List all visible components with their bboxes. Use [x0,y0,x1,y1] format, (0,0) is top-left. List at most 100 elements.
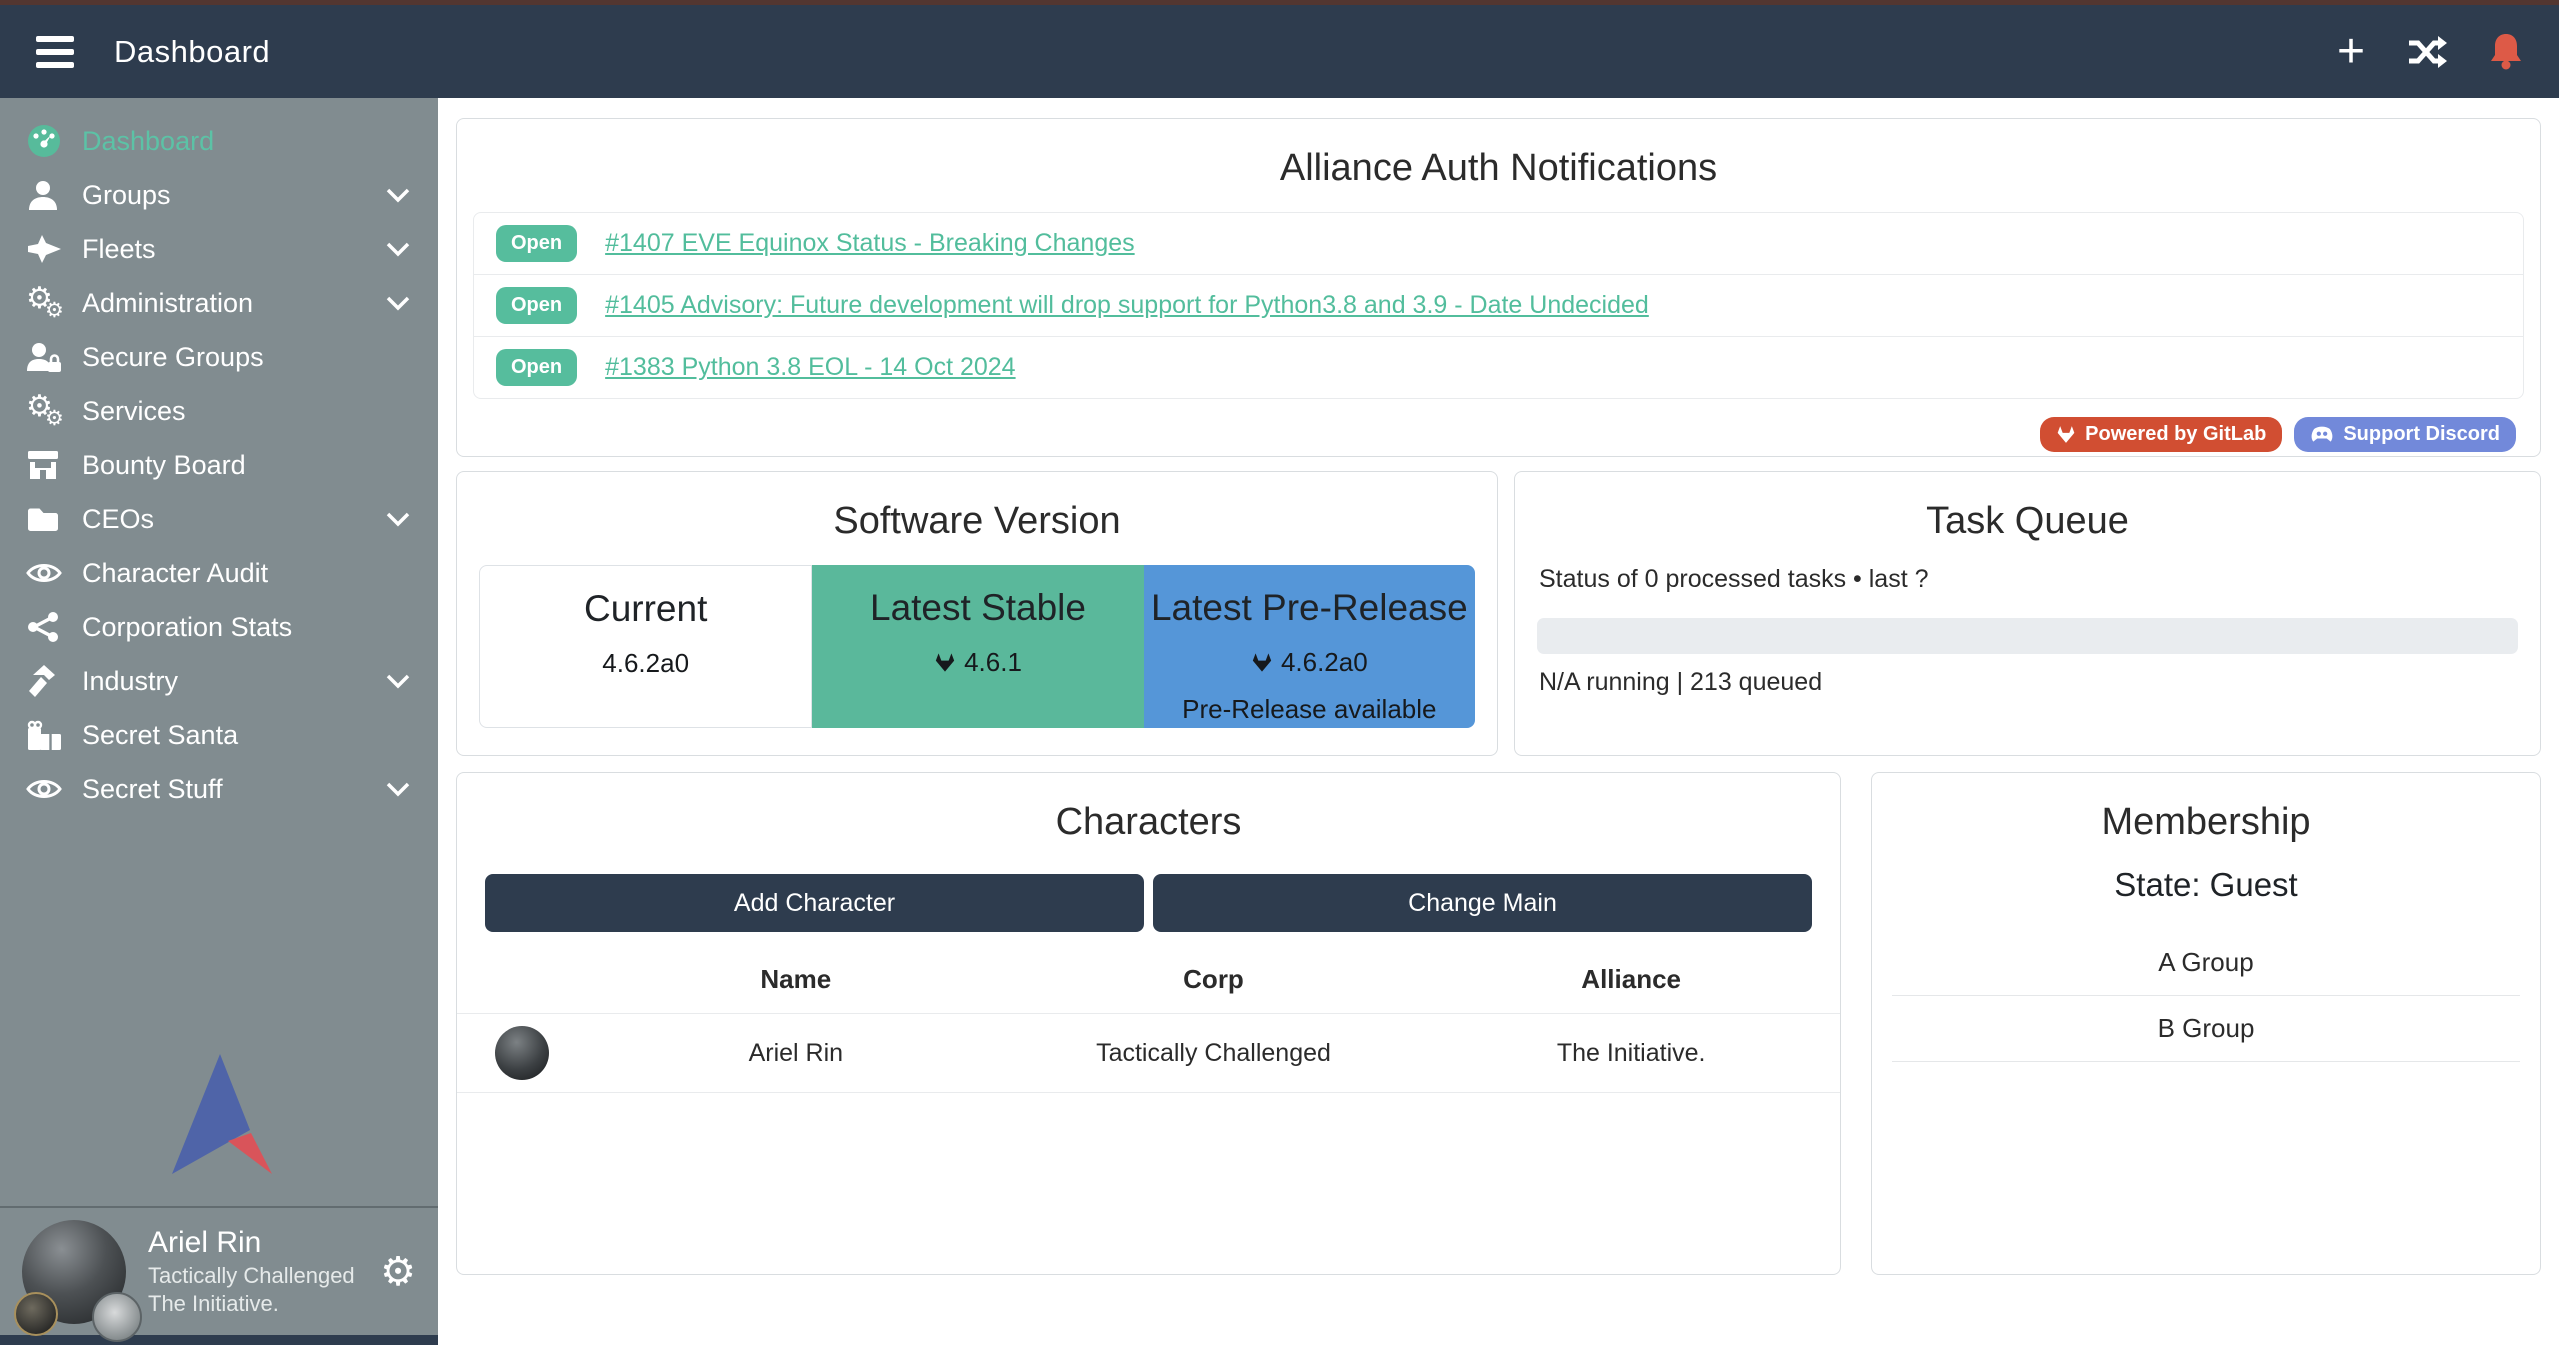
software-version-panel: Software Version Current 4.6.2a0 Latest … [456,471,1498,756]
sidebar-item-label: Fleets [82,234,386,265]
sidebar-item-label: Services [82,396,410,427]
notification-link[interactable]: #1383 Python 3.8 EOL - 14 Oct 2024 [605,353,1015,382]
character-name: Ariel Rin [587,1027,1005,1080]
character-table-row: Ariel Rin Tactically Challenged The Init… [457,1014,1840,1093]
folder-icon [26,502,82,536]
character-alliance: The Initiative. [1422,1027,1840,1080]
membership-state: State: Guest [1872,866,2540,904]
status-badge: Open [496,287,577,324]
sidebar-item-secret-santa[interactable]: Secret Santa [0,708,438,762]
sidebar-item-label: Corporation Stats [82,612,410,643]
version-current-label: Current [480,588,811,630]
eye-icon [26,556,82,590]
prerelease-note: Pre-Release available [1144,694,1475,725]
fighter-jet-icon [26,232,82,266]
user-icon [26,178,82,212]
alliance-logo-badge [92,1292,142,1342]
dashboard-page: Dashboard + [0,0,2559,1345]
sidebar-item-services[interactable]: ⚙⚙ Services [0,384,438,438]
chevron-down-icon [386,296,410,311]
share-nodes-icon [26,610,82,644]
sidebar-item-groups[interactable]: Groups [0,168,438,222]
notifications-title: Alliance Auth Notifications [457,147,2540,190]
user-settings-gear-icon[interactable]: ⚙ [380,1252,416,1292]
notification-item: Open #1405 Advisory: Future development … [474,274,2523,336]
sidebar-item-character-audit[interactable]: Character Audit [0,546,438,600]
sidebar-item-label: Dashboard [82,126,410,157]
sidebar-item-label: Character Audit [82,558,410,589]
sidebar-item-label: Bounty Board [82,450,410,481]
bell-icon[interactable] [2489,33,2523,71]
version-stable-value: 4.6.1 [964,647,1022,678]
gitlab-icon [934,652,956,673]
sidebar: Dashboard Groups [0,98,438,1345]
sidebar-item-corporation-stats[interactable]: Corporation Stats [0,600,438,654]
sidebar-item-industry[interactable]: Industry [0,654,438,708]
gifts-icon [26,718,82,752]
status-badge: Open [496,225,577,262]
characters-table-header: Name Corp Alliance [457,944,1840,1014]
discord-icon [2310,425,2334,444]
corp-logo-badge [14,1292,58,1336]
powered-by-gitlab-badge[interactable]: Powered by GitLab [2040,417,2282,452]
page-title: Dashboard [114,34,270,70]
version-current-box: Current 4.6.2a0 [479,565,812,728]
sidebar-item-label: Administration [82,288,386,319]
task-queue-progress-bar [1537,618,2518,654]
gitlab-icon [2056,425,2076,444]
name-column-header: Name [587,944,1005,1013]
notifications-panel: Alliance Auth Notifications Open #1407 E… [456,118,2541,457]
support-discord-badge[interactable]: Support Discord [2294,417,2516,452]
characters-title: Characters [457,801,1840,844]
eye-icon [26,772,82,806]
sidebar-item-label: Secure Groups [82,342,410,373]
chevron-down-icon [386,782,410,797]
sidebar-item-secure-groups[interactable]: Secure Groups [0,330,438,384]
character-portrait [495,1026,549,1080]
status-badge: Open [496,349,577,386]
sidebar-item-secret-stuff[interactable]: Secret Stuff [0,762,438,816]
user-name: Ariel Rin [148,1224,355,1262]
membership-panel: Membership State: Guest A Group B Group [1871,772,2541,1275]
gears-icon: ⚙⚙ [26,284,82,322]
dashboard-gauge-icon [26,123,82,159]
chevron-down-icon [386,242,410,257]
chevron-down-icon [386,188,410,203]
sidebar-item-label: Secret Santa [82,720,410,751]
user-corp: Tactically Challenged [148,1262,355,1291]
notification-link[interactable]: #1407 EVE Equinox Status - Breaking Chan… [605,229,1135,258]
menu-toggle-icon[interactable] [36,36,74,68]
add-character-button[interactable]: Add Character [485,874,1144,932]
software-version-title: Software Version [457,500,1497,543]
version-stable-box: Latest Stable 4.6.1 [812,565,1143,728]
character-corp: Tactically Challenged [1005,1027,1423,1080]
task-queue-count-text: N/A running | 213 queued [1539,668,2516,697]
chevron-down-icon [386,512,410,527]
change-main-button[interactable]: Change Main [1153,874,1812,932]
add-icon[interactable]: + [2337,28,2365,76]
top-accent-strip [0,0,2559,5]
sidebar-item-ceos[interactable]: CEOs [0,492,438,546]
main-content: Alliance Auth Notifications Open #1407 E… [438,98,2559,1345]
sidebar-item-dashboard[interactable]: Dashboard [0,114,438,168]
hammer-icon [26,664,82,698]
gitlab-icon [1251,652,1273,673]
store-icon [26,448,82,482]
corp-column-header: Corp [1005,944,1423,1013]
version-prerelease-label: Latest Pre-Release [1144,587,1475,629]
membership-title: Membership [1872,801,2540,844]
version-current-value: 4.6.2a0 [602,648,689,679]
sidebar-item-label: CEOs [82,504,386,535]
task-queue-panel: Task Queue Status of 0 processed tasks •… [1514,471,2541,756]
version-prerelease-box: Latest Pre-Release 4.6.2a0 Pre-Release a… [1144,565,1475,728]
chevron-down-icon [386,674,410,689]
gears-icon: ⚙⚙ [26,392,82,430]
notification-item: Open #1407 EVE Equinox Status - Breaking… [474,213,2523,274]
notifications-list: Open #1407 EVE Equinox Status - Breaking… [473,212,2524,399]
sidebar-item-bounty-board[interactable]: Bounty Board [0,438,438,492]
sidebar-item-fleets[interactable]: Fleets [0,222,438,276]
notification-link[interactable]: #1405 Advisory: Future development will … [605,291,1649,320]
sidebar-item-administration[interactable]: ⚙⚙ Administration [0,276,438,330]
shuffle-icon[interactable] [2407,36,2447,68]
alliance-column-header: Alliance [1422,944,1840,1013]
